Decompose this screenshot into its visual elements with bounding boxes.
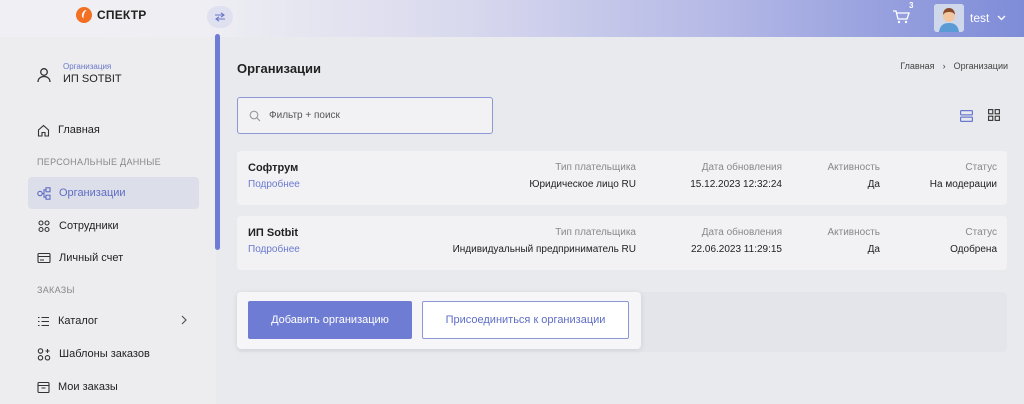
sidebar-item-label: Мои заказы: [58, 381, 118, 393]
column-header: Дата обновления: [701, 162, 782, 173]
updated-value: 15.12.2023 12:32:24: [690, 179, 782, 190]
section-label-personal: ПЕРСОНАЛЬНЫЕ ДАННЫЕ: [37, 157, 161, 167]
sidebar-toggle-button[interactable]: [207, 6, 233, 28]
sidebar-item-label: Каталог: [58, 315, 98, 327]
sidebar-item-label: Главная: [58, 124, 100, 136]
organizations-icon: [37, 186, 51, 200]
logo-icon: [76, 7, 92, 23]
list-view-icon[interactable]: [960, 110, 973, 122]
column-header: Тип плательщика: [555, 162, 636, 173]
list-icon: [38, 316, 49, 326]
breadcrumb-separator: ›: [942, 61, 946, 71]
templates-icon: [37, 347, 51, 361]
updated-column: Дата обновления 22.06.2023 11:29:15: [691, 227, 782, 255]
activity-column: Активность Да: [827, 162, 880, 190]
updated-value: 22.06.2023 11:29:15: [690, 244, 782, 255]
home-icon: [37, 124, 50, 137]
column-header: Тип плательщика: [555, 227, 636, 238]
organization-card: ИП Sotbit Подробнее Тип плательщика Инди…: [237, 216, 1007, 270]
logo-text: СПЕКТР: [97, 8, 147, 22]
status-column: Статус Одобрена: [950, 227, 997, 255]
breadcrumb-current: Организации: [953, 61, 1008, 71]
sidebar-item-label: Шаблоны заказов: [59, 348, 150, 360]
payer-type-column: Тип плательщика Юридическое лицо RU: [529, 162, 636, 190]
join-organization-button[interactable]: Присоединиться к организации: [422, 301, 629, 339]
page-title: Организации: [237, 61, 322, 76]
column-header: Статус: [965, 227, 997, 238]
sidebar-item-organizations[interactable]: Организации: [28, 177, 199, 209]
sidebar-item-my-orders[interactable]: Мои заказы: [28, 371, 199, 403]
cart-icon: [893, 10, 910, 24]
sidebar-item-personal-account[interactable]: Личный счет: [28, 242, 199, 274]
cart-count-badge: 3: [909, 1, 914, 10]
cart-button[interactable]: [892, 9, 912, 27]
sidebar-item-catalog[interactable]: Каталог: [28, 305, 199, 337]
current-organization[interactable]: Организация ИП SOTBIT: [36, 62, 122, 85]
section-label-orders: ЗАКАЗЫ: [37, 285, 75, 295]
top-bar: СПЕКТР 3 test: [0, 0, 1024, 37]
status-column: Статус На модерации: [930, 162, 997, 190]
user-icon: [37, 68, 51, 83]
breadcrumb: Главная › Организации: [900, 61, 1008, 71]
chevron-down-icon: [997, 13, 1006, 24]
payer-type-value: Индивидуальный предприниматель RU: [452, 244, 636, 255]
user-menu[interactable]: test: [934, 4, 1006, 32]
add-organization-button[interactable]: Добавить организацию: [248, 301, 412, 339]
sidebar-item-label: Личный счет: [59, 252, 124, 264]
payer-type-value: Юридическое лицо RU: [529, 179, 636, 190]
activity-value: Да: [867, 244, 880, 255]
status-value: На модерации: [929, 179, 997, 190]
activity-column: Активность Да: [827, 227, 880, 255]
user-name: test: [970, 11, 990, 25]
action-panel: Добавить организацию Присоединиться к ор…: [237, 292, 641, 349]
swap-arrows-icon: [215, 12, 225, 22]
search-icon: [249, 110, 261, 121]
avatar: [934, 4, 964, 32]
updated-column: Дата обновления 15.12.2023 12:32:24: [690, 162, 782, 190]
organization-card-name: Софтрум: [248, 162, 299, 174]
details-link[interactable]: Подробнее: [248, 179, 300, 190]
column-header: Статус: [965, 162, 997, 173]
organization-card: Софтрум Подробнее Тип плательщика Юридич…: [237, 151, 1007, 205]
sidebar-scrollbar[interactable]: [215, 34, 220, 250]
card-icon: [37, 252, 51, 264]
status-value: Одобрена: [950, 244, 997, 255]
search-input[interactable]: [269, 110, 469, 121]
box-icon: [37, 381, 50, 393]
payer-type-column: Тип плательщика Индивидуальный предприни…: [453, 227, 636, 255]
sidebar-item-label: Организации: [59, 187, 126, 199]
organization-label: Организация: [63, 62, 112, 71]
column-header: Дата обновления: [701, 227, 782, 238]
organization-name: ИП SOTBIT: [63, 73, 122, 85]
organization-card-name: ИП Sotbit: [248, 227, 299, 239]
activity-value: Да: [867, 179, 880, 190]
sidebar-item-home[interactable]: Главная: [28, 114, 199, 146]
search-field[interactable]: [237, 97, 493, 134]
sidebar-item-label: Сотрудники: [59, 220, 119, 232]
sidebar-item-order-templates[interactable]: Шаблоны заказов: [28, 338, 199, 370]
chevron-right-icon: [181, 314, 187, 328]
logo[interactable]: СПЕКТР: [76, 7, 146, 23]
employees-icon: [38, 219, 50, 232]
breadcrumb-home-link[interactable]: Главная: [900, 61, 934, 71]
column-header: Активность: [827, 162, 880, 173]
details-link[interactable]: Подробнее: [248, 244, 300, 255]
column-header: Активность: [827, 227, 880, 238]
grid-view-icon[interactable]: [988, 109, 1000, 121]
sidebar-item-employees[interactable]: Сотрудники: [28, 210, 199, 242]
